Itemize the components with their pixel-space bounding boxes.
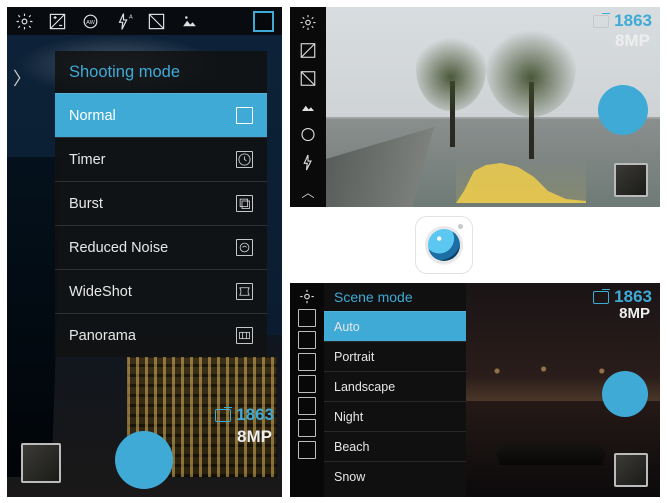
top-toolbar: AW A bbox=[7, 7, 282, 35]
flash-auto-icon[interactable]: A bbox=[114, 12, 133, 31]
exposure-icon[interactable] bbox=[48, 12, 67, 31]
camera-app-icon bbox=[415, 216, 473, 274]
menu-item-label: Landscape bbox=[334, 380, 395, 394]
toolbar-box-icon[interactable] bbox=[298, 419, 316, 437]
shooting-mode-timer[interactable]: Timer bbox=[55, 137, 267, 181]
scene-mode-title: Scene mode bbox=[324, 283, 466, 311]
sd-card-icon bbox=[593, 291, 609, 304]
wideshot-icon bbox=[236, 283, 253, 300]
histogram-overlay bbox=[456, 161, 586, 203]
shots-remaining: 1863 bbox=[593, 287, 652, 307]
scene-mode-snow[interactable]: Snow bbox=[324, 461, 466, 491]
mode-box-icon[interactable] bbox=[253, 11, 274, 32]
gallery-icon[interactable] bbox=[180, 12, 199, 31]
scene-mode-menu: Scene mode Auto Portrait Landscape Night… bbox=[324, 283, 466, 497]
shots-remaining: 1863 bbox=[593, 11, 652, 31]
toolbar-box-icon[interactable] bbox=[298, 441, 316, 459]
menu-item-label: Reduced Noise bbox=[69, 240, 168, 256]
settings-gear-icon[interactable] bbox=[298, 287, 316, 305]
shooting-mode-normal[interactable]: Normal bbox=[55, 93, 267, 137]
panorama-icon bbox=[236, 327, 253, 344]
expand-chevron-icon[interactable]: ︿ bbox=[301, 182, 314, 201]
toolbar-box-icon[interactable] bbox=[298, 353, 316, 371]
side-toolbar: ︿ bbox=[290, 7, 326, 207]
flash-auto-icon[interactable] bbox=[299, 153, 317, 171]
menu-item-label: Snow bbox=[334, 470, 365, 484]
landscape-scene-mode-screen: Scene mode Auto Portrait Landscape Night… bbox=[290, 283, 660, 497]
resolution-label: 8MP bbox=[615, 31, 650, 51]
camera-lens-icon bbox=[428, 229, 460, 261]
stack-icon bbox=[236, 195, 253, 212]
last-photo-thumbnail[interactable] bbox=[614, 163, 648, 197]
last-photo-thumbnail[interactable] bbox=[21, 443, 61, 483]
shutter-button[interactable] bbox=[598, 85, 648, 135]
scene-mode-landscape[interactable]: Landscape bbox=[324, 371, 466, 401]
shutter-button[interactable] bbox=[115, 431, 173, 489]
toolbar-box-icon[interactable] bbox=[298, 375, 316, 393]
sd-card-icon bbox=[593, 15, 609, 28]
menu-item-label: WideShot bbox=[69, 284, 132, 300]
settings-gear-icon[interactable] bbox=[299, 13, 317, 31]
menu-item-label: Beach bbox=[334, 440, 369, 454]
scene-mode-night[interactable]: Night bbox=[324, 401, 466, 431]
clock-icon bbox=[236, 151, 253, 168]
resolution-label: 8MP bbox=[237, 427, 272, 447]
menu-item-label: Normal bbox=[69, 108, 116, 124]
histogram-icon[interactable] bbox=[299, 69, 317, 87]
shots-remaining: 1863 bbox=[215, 405, 274, 425]
shooting-mode-menu: Shooting mode Normal Timer Burst Reduced… bbox=[55, 51, 267, 357]
last-photo-thumbnail[interactable] bbox=[614, 453, 648, 487]
square-icon bbox=[236, 107, 253, 124]
exposure-icon[interactable] bbox=[299, 41, 317, 59]
scene-mode-portrait[interactable]: Portrait bbox=[324, 341, 466, 371]
menu-item-label: Panorama bbox=[69, 328, 136, 344]
settings-gear-icon[interactable] bbox=[15, 12, 34, 31]
histogram-icon[interactable] bbox=[147, 12, 166, 31]
menu-item-label: Night bbox=[334, 410, 363, 424]
reduced-noise-icon bbox=[236, 239, 253, 256]
shots-remaining-value: 1863 bbox=[236, 405, 274, 425]
menu-item-label: Auto bbox=[334, 320, 360, 334]
sd-card-icon bbox=[215, 409, 231, 422]
shooting-mode-title: Shooting mode bbox=[55, 51, 267, 93]
shutter-button[interactable] bbox=[602, 371, 648, 417]
toolbar-box-icon[interactable] bbox=[298, 309, 316, 327]
side-toolbar bbox=[290, 283, 324, 497]
menu-item-label: Timer bbox=[69, 152, 106, 168]
awb-icon[interactable] bbox=[299, 125, 317, 143]
expand-chevron-icon[interactable] bbox=[13, 65, 31, 91]
scene-mode-auto[interactable]: Auto bbox=[324, 311, 466, 341]
scene-mode-beach[interactable]: Beach bbox=[324, 431, 466, 461]
shooting-mode-wideshot[interactable]: WideShot bbox=[55, 269, 267, 313]
shots-remaining-value: 1863 bbox=[614, 287, 652, 307]
svg-text:AW: AW bbox=[86, 19, 95, 25]
menu-item-label: Portrait bbox=[334, 350, 374, 364]
toolbar-box-icon[interactable] bbox=[298, 397, 316, 415]
shooting-mode-reduced-noise[interactable]: Reduced Noise bbox=[55, 225, 267, 269]
awb-icon[interactable]: AW bbox=[81, 12, 100, 31]
portrait-shooting-mode-screen: AW A Shooting mode Normal Timer Burst Re… bbox=[7, 7, 282, 497]
svg-text:A: A bbox=[129, 14, 133, 20]
shooting-mode-panorama[interactable]: Panorama bbox=[55, 313, 267, 357]
menu-item-label: Burst bbox=[69, 196, 103, 212]
resolution-label: 8MP bbox=[619, 305, 650, 322]
shots-remaining-value: 1863 bbox=[614, 11, 652, 31]
toolbar-box-icon[interactable] bbox=[298, 331, 316, 349]
landscape-viewfinder-screen: ︿ 1863 8MP bbox=[290, 7, 660, 207]
gallery-icon[interactable] bbox=[299, 97, 317, 115]
shooting-mode-burst[interactable]: Burst bbox=[55, 181, 267, 225]
